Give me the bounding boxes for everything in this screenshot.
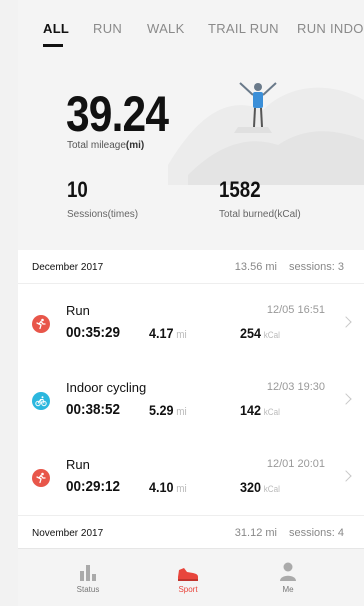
calories-value: 142 <box>240 402 262 418</box>
distance-unit: mi <box>176 329 187 341</box>
month-name: December 2017 <box>32 262 104 273</box>
activity-duration: 00:38:52 <box>66 401 121 418</box>
nav-status[interactable]: Status <box>58 557 118 594</box>
month-mileage: 31.12 mi <box>234 527 277 539</box>
tab-run-indoor[interactable]: RUN INDOOR <box>297 21 364 36</box>
cycling-icon <box>32 392 50 410</box>
activity-distance: 5.29 mi <box>149 402 187 418</box>
distance-unit: mi <box>176 406 187 418</box>
activity-date: 12/05 16:51 <box>266 304 325 316</box>
activity-calories: 142 kCal <box>240 402 280 418</box>
tab-run[interactable]: RUN <box>93 21 122 36</box>
nav-sport-label: Sport <box>178 585 198 594</box>
month-name: November 2017 <box>32 528 104 539</box>
active-tab-indicator <box>43 44 63 47</box>
sessions-stat: 10 Sessions(times) <box>67 177 138 220</box>
calories-value: 254 <box>240 325 262 341</box>
calories-value: 320 <box>240 479 262 495</box>
calories-unit: kCal <box>263 330 280 340</box>
sessions-value: 10 <box>67 177 88 202</box>
chevron-right-icon <box>340 470 352 482</box>
calories-unit: kCal <box>263 407 280 417</box>
activity-distance: 4.10 mi <box>149 479 187 495</box>
activity-name: Run <box>66 303 90 318</box>
nav-me[interactable]: Me <box>258 557 318 594</box>
distance-value: 4.17 <box>149 325 174 341</box>
shoe-icon <box>158 557 218 581</box>
distance-value: 5.29 <box>149 402 174 418</box>
month-header-november[interactable]: November 2017 31.12 mi sessions: 4 <box>18 515 364 549</box>
month-header-december[interactable]: December 2017 13.56 mi sessions: 3 <box>18 250 364 284</box>
distance-value: 4.10 <box>149 479 174 495</box>
tab-trail-run[interactable]: TRAIL RUN <box>208 21 279 36</box>
chevron-right-icon <box>340 316 352 328</box>
month-mileage: 13.56 mi <box>234 261 277 273</box>
activity-date: 12/03 19:30 <box>266 381 325 393</box>
burned-value: 1582 <box>219 177 261 202</box>
activity-name: Run <box>66 457 90 472</box>
month-sessions: sessions: 4 <box>288 527 344 539</box>
activity-type-tabs: ALL RUN WALK TRAIL RUN RUN INDOOR <box>18 0 364 50</box>
chevron-right-icon <box>340 393 352 405</box>
burned-label: Total burned(kCal) <box>219 209 301 220</box>
activity-name: Indoor cycling <box>66 380 147 395</box>
activity-distance: 4.17 mi <box>149 325 187 341</box>
bottom-navigation: Status Sport Me <box>18 548 364 606</box>
burned-stat: 1582 Total burned(kCal) <box>219 177 301 220</box>
month-sessions: sessions: 3 <box>288 261 344 273</box>
distance-unit: mi <box>176 483 187 495</box>
tab-all[interactable]: ALL <box>43 21 69 36</box>
activity-calories: 254 kCal <box>240 325 280 341</box>
activity-calories: 320 kCal <box>240 479 280 495</box>
activity-row[interactable]: Run 00:35:29 4.17 mi 12/05 16:51 254 kCal <box>18 284 364 361</box>
mountain-scenery-illustration <box>168 82 364 185</box>
activity-date: 12/01 20:01 <box>266 458 325 470</box>
activity-row[interactable]: Run 00:29:12 4.10 mi 12/01 20:01 320 kCal <box>18 438 364 515</box>
nav-status-label: Status <box>76 585 100 594</box>
total-mileage-label: Total mileage(mi) <box>67 140 144 151</box>
activity-duration: 00:29:12 <box>66 478 121 495</box>
sport-screen: ALL RUN WALK TRAIL RUN RUN INDOOR 39.24 … <box>18 0 364 606</box>
tab-walk[interactable]: WALK <box>147 21 185 36</box>
total-mileage-value: 39.24 <box>66 86 169 142</box>
mileage-label-text: Total mileage <box>67 140 126 151</box>
person-icon <box>258 557 318 581</box>
calories-unit: kCal <box>263 484 280 494</box>
mileage-unit: (mi) <box>125 140 145 151</box>
activity-duration: 00:35:29 <box>66 324 121 341</box>
sessions-label: Sessions(times) <box>67 209 139 220</box>
nav-sport[interactable]: Sport <box>158 557 218 594</box>
activity-list: Run 00:35:29 4.17 mi 12/05 16:51 254 kCal … <box>18 284 364 515</box>
run-icon <box>32 315 50 333</box>
summary-panel: 39.24 Total mileage(mi) 10 Sessions(time… <box>18 55 364 245</box>
run-icon <box>32 469 50 487</box>
bar-chart-icon <box>58 557 118 581</box>
activity-row[interactable]: Indoor cycling 00:38:52 5.29 mi 12/03 19:… <box>18 361 364 438</box>
nav-me-label: Me <box>282 585 294 594</box>
